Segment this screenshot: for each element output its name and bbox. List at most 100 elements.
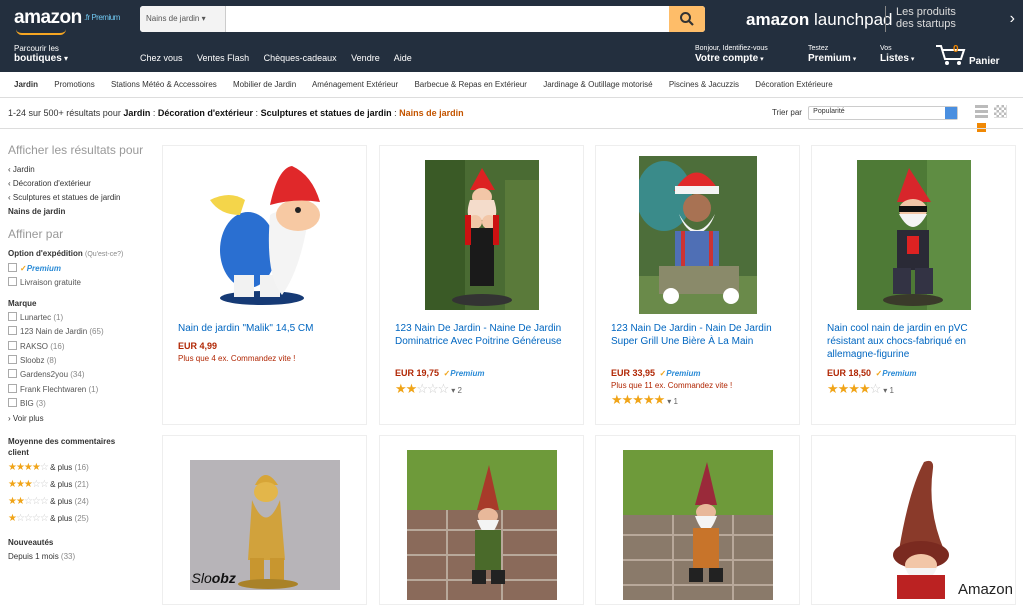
product-title-link[interactable]: 123 Nain De Jardin - Nain De Jardin Supe… (611, 322, 791, 348)
star-rating-icon: ★★★★☆ (8, 461, 49, 473)
subnav-item-barbecue[interactable]: Barbecue & Repas en Extérieur (414, 80, 527, 89)
nav-link-vendre[interactable]: Vendre (351, 53, 380, 63)
star-rating[interactable]: ★★★★☆ ▾ 1 (827, 381, 894, 397)
product-image-gnome[interactable] (638, 156, 757, 314)
dropdown-arrow-icon (945, 107, 958, 119)
chevron-right-icon[interactable]: › (1010, 10, 1015, 28)
product-image-gnome[interactable] (190, 160, 340, 310)
cart-button[interactable]: 0 Panier (935, 44, 1000, 69)
launchpad-promo[interactable]: Les produits des startups (885, 6, 985, 32)
filter-brand-checkbox[interactable]: Lunartec (1) (8, 311, 148, 325)
breadcrumb-decoration[interactable]: Décoration d'extérieur (158, 108, 253, 118)
product-image-gnome[interactable]: Sloobz (189, 460, 340, 590)
sloobz-logo: Sloobz (191, 570, 236, 586)
filter-new-1month[interactable]: Depuis 1 mois (33) (8, 550, 148, 564)
product-card[interactable]: Nain cool nain de jardin en pVC résistan… (811, 145, 1016, 425)
product-image-gnome[interactable] (406, 450, 557, 600)
filter-cat-decoration[interactable]: ‹ Décoration d'extérieur (8, 177, 148, 191)
star-rating-icon: ★★★☆☆ (8, 478, 49, 490)
breadcrumb-sculptures[interactable]: Sculptures et statues de jardin (261, 108, 392, 118)
sort-label: Trier par (772, 108, 802, 118)
filters-sidebar: Afficher les résultats pour ‹ Jardin ‹ D… (8, 143, 148, 564)
nav-link-cheques-cadeaux[interactable]: Chèques-cadeaux (264, 53, 337, 63)
show-results-heading: Afficher les résultats pour (8, 143, 144, 157)
see-more-brands-link[interactable]: › Voir plus (8, 412, 148, 426)
search-input[interactable] (230, 6, 660, 32)
product-card[interactable] (379, 435, 584, 605)
product-card[interactable] (595, 435, 800, 605)
filter-brand-checkbox[interactable]: BIG (3) (8, 397, 148, 411)
browse-shops-menu[interactable]: Parcourir les boutiques ▾ (14, 44, 68, 64)
top-navigation-bar: amazon .fr Premium Nains de jardin ▾ ama… (0, 0, 1023, 72)
product-title-link[interactable]: Nain cool nain de jardin en pVC résistan… (827, 322, 1007, 361)
nav-link-aide[interactable]: Aide (394, 53, 412, 63)
product-image-gnome[interactable] (856, 160, 971, 310)
product-image-gnome[interactable] (424, 160, 539, 310)
main-nav-links: Chez vous Ventes Flash Chèques-cadeaux V… (140, 53, 424, 63)
account-menu[interactable]: Bonjour, Identifiez-vous Votre compte ▾ (695, 44, 768, 65)
amazon-launchpad-link[interactable]: amazon launchpad (746, 10, 893, 30)
grid-view-icon[interactable] (994, 105, 1008, 118)
product-price: EUR 19,75 ✓Premium (395, 368, 485, 378)
filter-brand-checkbox[interactable]: 123 Nain de Jardin (65) (8, 325, 148, 339)
filter-brand-checkbox[interactable]: Frank Flechtwaren (1) (8, 383, 148, 397)
product-card[interactable]: 123 Nain De Jardin - Naine De Jardin Dom… (379, 145, 584, 425)
cart-count: 0 (953, 44, 959, 55)
filter-cat-jardin[interactable]: ‹ Jardin (8, 163, 148, 177)
subnav-item-decoration[interactable]: Décoration Extérieure (755, 80, 832, 89)
product-title-link[interactable]: Nain de jardin "Malik" 14,5 CM (178, 322, 358, 335)
reviews-heading: Moyenne des commentaires client (8, 436, 116, 457)
filter-rating-4[interactable]: ★★★★☆ & plus (16) (8, 461, 148, 475)
subnav-item-amenagement[interactable]: Aménagement Extérieur (312, 80, 398, 89)
filter-cat-current: Nains de jardin (8, 207, 66, 216)
subnav-item-jardinage[interactable]: Jardinage & Outillage motorisé (543, 80, 652, 89)
product-stock: Plus que 4 ex. Commandez vite ! (178, 354, 296, 363)
breadcrumb: 1-24 sur 500+ résultats pour Jardin : Dé… (8, 108, 464, 118)
product-title-link[interactable]: 123 Nain De Jardin - Naine De Jardin Dom… (395, 322, 575, 348)
subnav-item-promotions[interactable]: Promotions (54, 80, 94, 89)
product-image-gnome[interactable] (839, 450, 989, 600)
nav-link-chez-vous[interactable]: Chez vous (140, 53, 183, 63)
category-subnav: Jardin Promotions Stations Météo & Acces… (0, 72, 1023, 98)
list-view-icon[interactable] (975, 105, 988, 118)
shipping-help-link[interactable]: (Qu'est-ce?) (85, 251, 123, 258)
filter-premium-checkbox[interactable]: ✓Premium (8, 262, 148, 276)
breadcrumb-jardin[interactable]: Jardin (123, 108, 150, 118)
product-card[interactable]: 123 Nain De Jardin - Nain De Jardin Supe… (595, 145, 800, 425)
search-category-dropdown[interactable]: Nains de jardin ▾ (140, 6, 226, 32)
product-image-gnome[interactable] (622, 450, 773, 600)
filter-free-shipping-checkbox[interactable]: Livraison gratuite (8, 276, 148, 290)
subnav-item-stations-meteo[interactable]: Stations Météo & Accessoires (111, 80, 217, 89)
premium-badge: ✓Premium (659, 369, 701, 378)
logo-suffix: .fr Premium (84, 13, 120, 22)
star-rating[interactable]: ★★☆☆☆ ▾ 2 (395, 381, 462, 397)
search-bar: Nains de jardin ▾ (140, 6, 705, 32)
filter-brand-checkbox[interactable]: RAKSO (16) (8, 340, 148, 354)
premium-menu[interactable]: Testez Premium ▾ (808, 44, 856, 65)
subnav-item-jardin[interactable]: Jardin (14, 80, 38, 89)
logo-smile-icon (16, 29, 66, 35)
star-rating-icon: ★★☆☆☆ (8, 495, 49, 507)
subnav-item-piscines[interactable]: Piscines & Jacuzzis (669, 80, 739, 89)
watermark-text: Amazon (955, 581, 1015, 598)
filter-rating-2[interactable]: ★★☆☆☆ & plus (24) (8, 495, 148, 509)
search-button[interactable] (669, 6, 705, 32)
filter-rating-3[interactable]: ★★★☆☆ & plus (21) (8, 478, 148, 492)
lists-menu[interactable]: Vos Listes ▾ (880, 44, 914, 65)
brand-heading: Marque (8, 298, 37, 308)
filter-brand-checkbox[interactable]: Gardens2you (34) (8, 368, 148, 382)
filter-cat-sculptures[interactable]: ‹ Sculptures et statues de jardin (8, 191, 148, 205)
premium-badge: ✓Premium (443, 369, 485, 378)
filter-rating-1[interactable]: ★☆☆☆☆ & plus (25) (8, 512, 148, 526)
product-card[interactable] (811, 435, 1016, 605)
amazon-logo[interactable]: amazon .fr Premium (14, 7, 120, 35)
sort-select[interactable]: Popularité (808, 106, 959, 120)
product-price: EUR 4,99 (178, 341, 218, 351)
star-rating[interactable]: ★★★★★ ▾ 1 (611, 392, 678, 408)
product-card[interactable]: Sloobz (162, 435, 367, 605)
nav-link-ventes-flash[interactable]: Ventes Flash (197, 53, 249, 63)
filter-brand-checkbox[interactable]: Sloobz (8) (8, 354, 148, 368)
subnav-item-mobilier[interactable]: Mobilier de Jardin (233, 80, 296, 89)
premium-badge: ✓Premium (875, 369, 917, 378)
product-card[interactable]: Nain de jardin "Malik" 14,5 CM EUR 4,99 … (162, 145, 367, 425)
